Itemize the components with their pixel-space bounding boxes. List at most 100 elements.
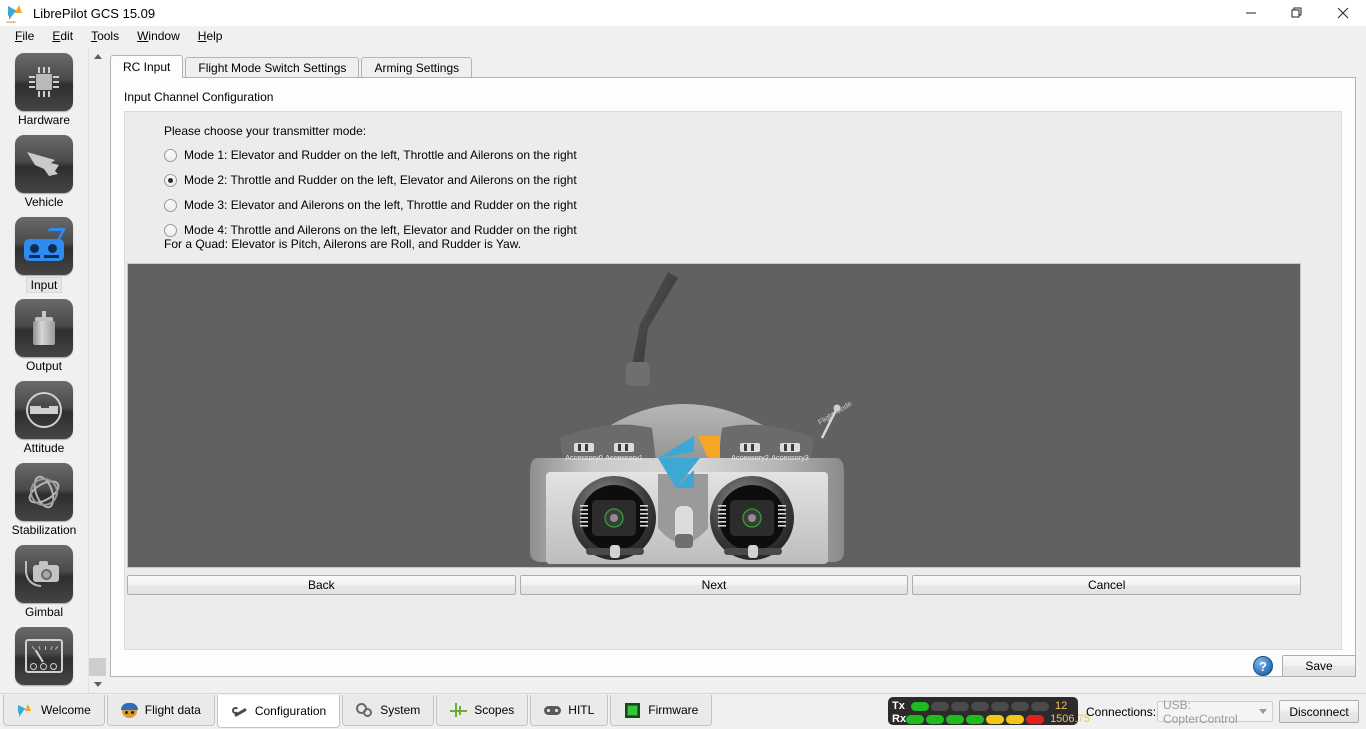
tx-value: 12 xyxy=(1055,700,1068,712)
taskbar-tab-hitl[interactable]: HITL xyxy=(530,695,609,726)
maximize-restore-button[interactable] xyxy=(1274,0,1320,26)
wrench-icon xyxy=(231,703,248,720)
cancel-button[interactable]: Cancel xyxy=(912,575,1302,595)
aircraft-glyph xyxy=(27,152,59,176)
chevron-down-icon xyxy=(93,682,102,687)
taskbar-tab-welcome[interactable]: Welcome xyxy=(3,695,105,726)
radio-mode-1-indicator[interactable] xyxy=(164,148,177,162)
chip-icon xyxy=(15,53,73,111)
rx-led-5 xyxy=(1006,714,1025,724)
flight-mode-label: Flight Mode xyxy=(816,399,853,427)
sidebar-item-attitude[interactable]: Attitude xyxy=(0,376,88,458)
rx-led-4 xyxy=(986,714,1005,724)
disconnect-button[interactable]: Disconnect xyxy=(1279,700,1359,723)
taskbar-tab-firmware[interactable]: Firmware xyxy=(610,695,713,726)
menu-edit-rest: dit xyxy=(60,29,74,43)
tab-rc-input[interactable]: RC Input xyxy=(110,55,184,78)
quad-note: For a Quad: Elevator is Pitch, Ailerons … xyxy=(164,237,522,251)
config-tabstrip: RC Input Flight Mode Switch Settings Arm… xyxy=(110,55,474,78)
rx-led-1 xyxy=(926,714,945,724)
sidebar-label-input: Input xyxy=(25,277,63,293)
sidebar-item-input[interactable]: Input xyxy=(0,212,88,294)
window-title: LibrePilot GCS 15.09 xyxy=(33,5,156,21)
input-config-groupbox: Please choose your transmitter mode: Mod… xyxy=(124,111,1342,650)
sidebar-label-gimbal: Gimbal xyxy=(24,605,63,619)
radio-mode-2[interactable]: Mode 2: Throttle and Rudder on the left,… xyxy=(164,171,577,189)
back-button[interactable]: Back xyxy=(127,575,516,595)
tx-led-0 xyxy=(911,701,929,711)
radio-mode-3[interactable]: Mode 3: Elevator and Ailerons on the lef… xyxy=(164,196,577,214)
menu-edit[interactable]: Edit xyxy=(43,27,82,45)
accessory2-label: Accessory2 xyxy=(731,453,769,462)
menu-window[interactable]: Window xyxy=(128,27,189,45)
taskbar-label-system: System xyxy=(380,703,421,717)
gamepad-icon xyxy=(544,702,562,719)
help-icon[interactable]: ? xyxy=(1253,656,1273,676)
transmitter-illustration-area: Accessory0 Accessory1 Accessory2 Accesso… xyxy=(127,263,1301,634)
rc-input-panel: Input Channel Configuration Please choos… xyxy=(110,77,1356,677)
waveform-icon xyxy=(450,702,468,719)
save-button[interactable]: Save xyxy=(1282,655,1356,677)
taskbar-tab-flight-data[interactable]: Flight data xyxy=(106,695,215,726)
radio-mode-2-indicator[interactable] xyxy=(164,173,177,187)
tx-led-3 xyxy=(971,701,989,711)
sidebar-item-gimbal[interactable]: Gimbal xyxy=(0,540,88,622)
panel-title: Input Channel Configuration xyxy=(124,90,274,104)
pilot-icon xyxy=(120,702,138,719)
transmitter-icon xyxy=(15,217,73,275)
radio-mode-1-label: Mode 1: Elevator and Rudder on the left,… xyxy=(184,148,577,162)
sidebar-item-stabilization[interactable]: Stabilization xyxy=(0,458,88,540)
tx-led-1 xyxy=(931,701,949,711)
accessory1-label: Accessory1 xyxy=(605,453,643,462)
radio-mode-4-label: Mode 4: Throttle and Ailerons on the lef… xyxy=(184,223,577,237)
scroll-up-button[interactable] xyxy=(89,48,106,65)
radio-mode-3-label: Mode 3: Elevator and Ailerons on the lef… xyxy=(184,198,577,212)
wizard-button-row: Back Next Cancel xyxy=(127,575,1302,595)
sidebar-item-vehicle[interactable]: Vehicle xyxy=(0,130,88,212)
tab-flight-mode-switch-settings[interactable]: Flight Mode Switch Settings xyxy=(185,57,360,78)
taskbar-label-hitl: HITL xyxy=(568,703,595,717)
sidebar-label-vehicle: Vehicle xyxy=(24,195,64,209)
tx-led-2 xyxy=(951,701,969,711)
menu-tools[interactable]: Tools xyxy=(82,27,128,45)
minimize-button[interactable] xyxy=(1228,0,1274,26)
config-sidebar: Hardware Vehicle Input Output Attitude S… xyxy=(0,48,88,693)
taskbar-label-flight-data: Flight data xyxy=(144,703,201,717)
radio-mode-4-indicator[interactable] xyxy=(164,223,177,237)
taskbar-tab-configuration[interactable]: Configuration xyxy=(216,695,341,728)
sidebar-item-output[interactable]: Output xyxy=(0,294,88,376)
scrollbar-thumb[interactable] xyxy=(89,658,106,676)
scroll-down-button[interactable] xyxy=(89,676,106,693)
rx-value: 1506.75 xyxy=(1050,713,1090,725)
menu-help[interactable]: Help xyxy=(189,27,232,45)
menu-bar: File Edit Tools Window Help xyxy=(0,26,1366,46)
sidebar-scrollbar[interactable] xyxy=(88,48,106,693)
gyro-icon xyxy=(15,463,73,521)
sidebar-item-gauge[interactable] xyxy=(0,622,88,693)
next-button[interactable]: Next xyxy=(519,575,909,595)
tx-rx-status-indicator: Tx 12 Rx 1506.75 xyxy=(888,697,1090,725)
tx-led-5 xyxy=(1011,701,1029,711)
accessory3-label: Accessory3 xyxy=(771,453,809,462)
sidebar-item-hardware[interactable]: Hardware xyxy=(0,48,88,130)
radio-mode-3-indicator[interactable] xyxy=(164,198,177,212)
panel-action-row: ? Save xyxy=(1253,655,1356,677)
menu-file[interactable]: File xyxy=(6,27,43,45)
sidebar-label-hardware: Hardware xyxy=(17,113,71,127)
menu-window-rest: indow xyxy=(148,29,180,43)
sidebar-label-stabilization: Stabilization xyxy=(11,523,77,537)
tab-arming-settings[interactable]: Arming Settings xyxy=(361,57,473,78)
taskbar-tab-scopes[interactable]: Scopes xyxy=(436,695,529,726)
connection-dropdown[interactable]: USB: CopterControl xyxy=(1157,698,1273,726)
radio-mode-2-label: Mode 2: Throttle and Rudder on the left,… xyxy=(184,173,577,187)
close-button[interactable] xyxy=(1320,0,1366,26)
camera-icon xyxy=(15,545,73,603)
scrollbar-track[interactable] xyxy=(89,65,106,676)
tx-led-4 xyxy=(991,701,1009,711)
rx-led-0 xyxy=(906,714,925,724)
radio-mode-1[interactable]: Mode 1: Elevator and Rudder on the left,… xyxy=(164,146,577,164)
transmitter-svg: Accessory0 Accessory1 Accessory2 Accesso… xyxy=(530,272,853,634)
gauge-icon xyxy=(15,627,73,685)
accessory0-label: Accessory0 xyxy=(565,453,603,462)
taskbar-tab-system[interactable]: System xyxy=(342,695,435,726)
